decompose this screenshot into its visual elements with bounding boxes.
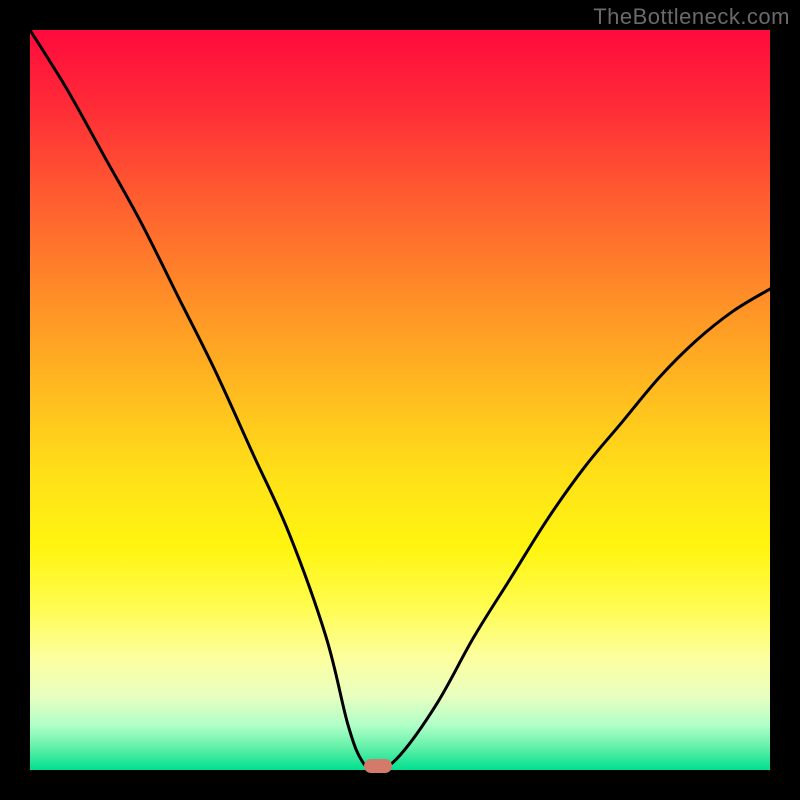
plot-area [30,30,770,770]
chart-container: TheBottleneck.com [0,0,800,800]
bottleneck-curve-path [30,30,770,770]
optimum-marker [364,759,392,773]
curve-svg [30,30,770,770]
watermark-text: TheBottleneck.com [593,4,790,30]
